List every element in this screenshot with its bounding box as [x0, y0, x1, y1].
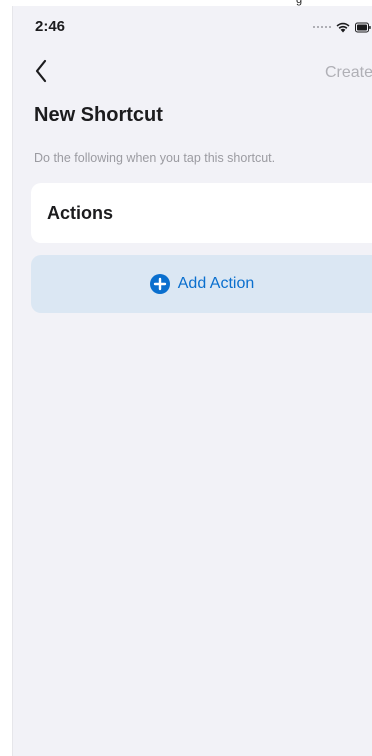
battery-icon — [355, 22, 371, 32]
cellular-dots-icon — [313, 26, 331, 28]
add-action-button[interactable]: Add Action — [31, 255, 372, 313]
create-button[interactable]: Create — [325, 64, 372, 82]
left-frame — [0, 6, 12, 756]
navigation-bar: Create — [13, 54, 372, 90]
page-subtitle: Do the following when you tap this short… — [34, 151, 276, 165]
page-title: New Shortcut — [34, 104, 163, 126]
actions-section: Actions — [31, 183, 372, 243]
phone-screen: 2:46 Create New Shortcut Do the followin… — [12, 6, 372, 756]
plus-circle-icon — [149, 274, 170, 294]
chevron-left-icon[interactable] — [33, 58, 49, 84]
actions-label: Actions — [47, 203, 114, 223]
status-bar: 2:46 — [13, 6, 372, 44]
status-time: 2:46 — [35, 18, 66, 35]
add-action-label: Add Action — [177, 275, 255, 292]
wifi-icon — [336, 22, 350, 32]
status-icons — [313, 20, 371, 34]
